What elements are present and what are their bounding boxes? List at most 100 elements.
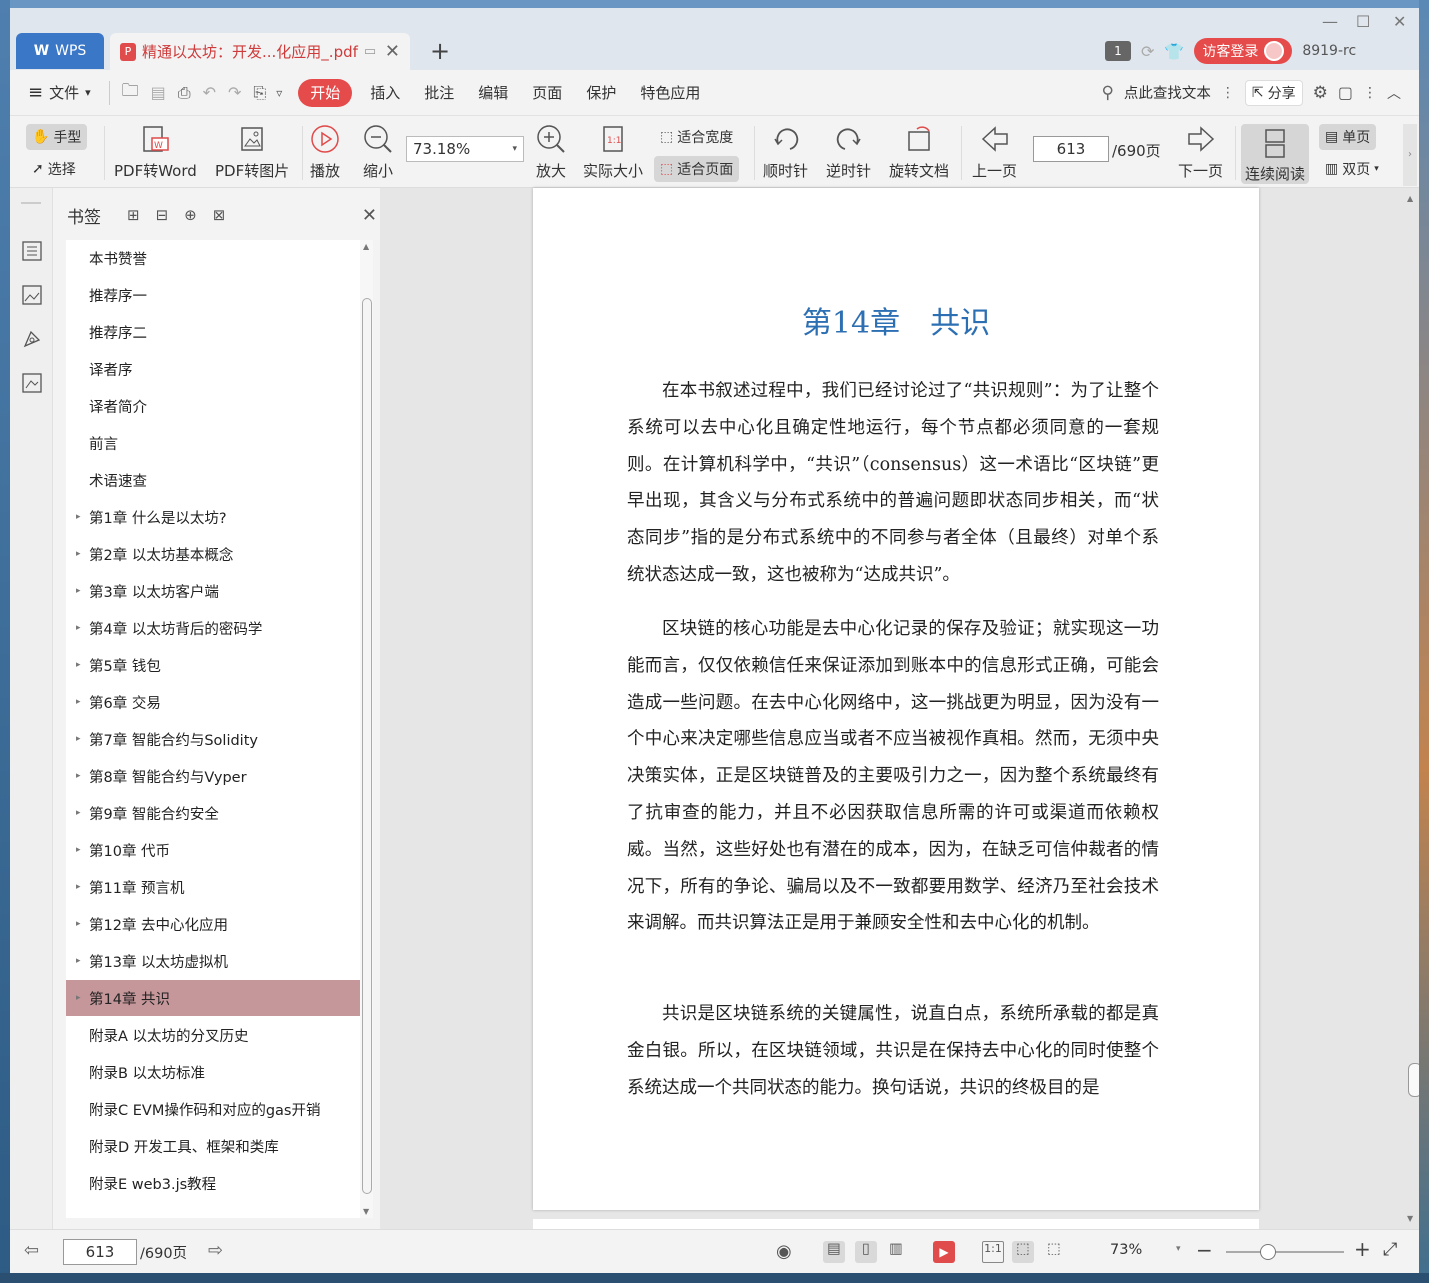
tab-annotate[interactable]: 批注 [412, 79, 466, 107]
tab-wps-home[interactable]: W WPS [16, 33, 104, 69]
guest-login-button[interactable]: 访客登录 [1194, 38, 1293, 64]
bookmark-item[interactable]: 附录C EVM操作码和对应的gas开销 [66, 1091, 360, 1127]
annotation-panel-icon[interactable] [21, 328, 43, 350]
sidebar-scrollbar[interactable]: ▲ ▼ [360, 240, 373, 1218]
fullscreen-icon[interactable]: ⤢ [1383, 1239, 1397, 1260]
rotate-counterclockwise-button[interactable]: 逆时针 [826, 122, 871, 181]
bookmark-item[interactable]: 附录E web3.js教程 [66, 1165, 360, 1201]
more-options-icon[interactable]: ⋮ [1363, 85, 1377, 101]
delete-bookmark-icon[interactable]: ⊠ [213, 206, 226, 224]
scroll-down-icon[interactable]: ▼ [363, 1207, 369, 1216]
zoom-in-button[interactable]: 放大 [535, 122, 567, 181]
fit-page-button[interactable]: ⬚ 适合页面 [654, 156, 740, 182]
bookmark-item[interactable]: ▸ 第8章 智能合约与Vyper [66, 758, 360, 794]
share-button[interactable]: ⇱ 分享 [1244, 79, 1303, 106]
bookmark-item[interactable]: ▸ 第1章 什么是以太坊? [66, 499, 360, 535]
continuous-mode-icon[interactable]: ▤ [823, 1241, 845, 1263]
expand-arrow-icon[interactable]: ▸ [76, 512, 81, 522]
expand-arrow-icon[interactable]: ▸ [76, 919, 81, 929]
thumbnail-panel-icon[interactable] [21, 284, 43, 306]
select-tool-button[interactable]: ➚ 选择 [26, 156, 82, 182]
expand-arrow-icon[interactable]: ▸ [76, 697, 81, 707]
search-text-input[interactable]: 点此查找文本 [1124, 82, 1211, 103]
bookmark-item[interactable]: ▸ 第2章 以太坊基本概念 [66, 536, 360, 572]
bookmark-item[interactable]: 术语速查 [66, 462, 360, 498]
tab-special[interactable]: 特色应用 [628, 79, 712, 107]
sidebar-scroll-thumb[interactable] [362, 298, 372, 1194]
tab-edit[interactable]: 编辑 [466, 79, 520, 107]
redo-icon[interactable]: ↷ [228, 83, 241, 102]
new-tab-button[interactable]: + [430, 37, 450, 65]
expand-arrow-icon[interactable]: ▸ [76, 771, 81, 781]
single-mode-icon[interactable]: ▯ [855, 1241, 877, 1263]
continuous-read-button[interactable]: 连续阅读 [1241, 124, 1309, 184]
bookmark-item[interactable]: 附录B 以太坊标准 [66, 1054, 360, 1090]
tab-insert[interactable]: 插入 [358, 79, 412, 107]
zoom-slider-handle[interactable] [1260, 1244, 1276, 1260]
bookmark-item[interactable]: 推荐序一 [66, 277, 360, 313]
bookmark-item[interactable]: 附录A 以太坊的分叉历史 [66, 1017, 360, 1053]
bookmark-item[interactable]: 前言 [66, 425, 360, 461]
tab-document[interactable]: P 精通以太坊：开发...化应用_.pdf ▭ ✕ [110, 33, 410, 70]
scroll-down-icon[interactable]: ▼ [1407, 1214, 1413, 1223]
expand-arrow-icon[interactable]: ▸ [76, 549, 81, 559]
close-window-button[interactable]: ✕ [1393, 12, 1406, 31]
slideshow-play-icon[interactable]: ▶ [933, 1241, 955, 1263]
single-page-button[interactable]: ▤ 单页 [1319, 124, 1377, 150]
more-dropdown-icon[interactable]: ▿ [276, 86, 282, 100]
add-bookmark-icon[interactable]: ⊕ [184, 206, 197, 224]
comment-icon[interactable]: ▢ [1338, 83, 1353, 102]
zoom-out-button[interactable]: 缩小 [362, 122, 394, 181]
skin-icon[interactable]: 👕 [1164, 42, 1184, 61]
page-number-input[interactable]: 613 [1033, 136, 1109, 162]
minimize-button[interactable]: — [1322, 12, 1338, 31]
expand-all-icon[interactable]: ⊞ [127, 206, 140, 224]
next-page-button[interactable]: 下一页 [1178, 122, 1223, 181]
bookmark-item[interactable]: ▸ 第9章 智能合约安全 [66, 795, 360, 831]
expand-arrow-icon[interactable]: ▸ [76, 623, 81, 633]
scroll-up-icon[interactable]: ▲ [363, 242, 369, 251]
bookmark-item[interactable]: ▸ 第6章 交易 [66, 684, 360, 720]
expand-arrow-icon[interactable]: ▸ [76, 845, 81, 855]
bookmark-item[interactable]: ▸ 第4章 以太坊背后的密码学 [66, 610, 360, 646]
chevron-down-icon[interactable]: ▾ [1176, 1244, 1181, 1254]
bookmark-item[interactable]: 附录D 开发工具、框架和类库 [66, 1128, 360, 1164]
bookmark-item[interactable]: 本书赞誉 [66, 240, 360, 276]
scroll-up-icon[interactable]: ▲ [1407, 194, 1413, 203]
actual-size-button[interactable]: 1:1 实际大小 [583, 122, 643, 181]
close-sidebar-icon[interactable]: ✕ [362, 205, 377, 226]
bookmark-item[interactable]: ▸ 第10章 代币 [66, 832, 360, 868]
expand-arrow-icon[interactable]: ▸ [76, 586, 81, 596]
bookmark-item[interactable]: 推荐序二 [66, 314, 360, 350]
bookmark-item[interactable]: 译者序 [66, 351, 360, 387]
pdf-to-image-button[interactable]: PDF转图片 [215, 122, 289, 181]
more-vertical-icon[interactable]: ⋮ [1221, 85, 1235, 101]
rotate-clockwise-button[interactable]: 顺时针 [763, 122, 808, 181]
close-tab-icon[interactable]: ✕ [385, 41, 400, 62]
bookmark-item[interactable]: 译者简介 [66, 388, 360, 424]
tab-protect[interactable]: 保护 [574, 79, 628, 107]
document-view[interactable]: 第14章 共识 在本书叙述过程中，我们已经讨论过了“共识规则”：为了让整个系统可… [380, 188, 1419, 1239]
hand-tool-button[interactable]: ✋ 手型 [26, 124, 88, 150]
tab-start[interactable]: 开始 [298, 78, 353, 107]
double-page-button[interactable]: ▥ 双页 ▾ [1319, 156, 1385, 182]
zoom-out-minus-icon[interactable]: − [1196, 1238, 1213, 1262]
rotate-document-button[interactable]: 旋转文档 [889, 122, 949, 181]
export-icon[interactable]: ⎘ [253, 83, 266, 103]
print-icon[interactable]: ⎙ [178, 83, 191, 103]
maximize-button[interactable]: ☐ [1356, 12, 1370, 31]
ribbon-scroll-right[interactable]: › [1403, 124, 1417, 186]
undo-icon[interactable]: ↶ [203, 83, 216, 102]
collapse-all-icon[interactable]: ⊟ [156, 206, 169, 224]
expand-arrow-icon[interactable]: ▸ [76, 882, 81, 892]
expand-arrow-icon[interactable]: ▸ [76, 734, 81, 744]
next-page-small-icon[interactable]: ⇨ [208, 1240, 223, 1261]
zoom-in-plus-icon[interactable]: + [1354, 1237, 1371, 1261]
bookmark-item[interactable]: ▸ 第5章 钱包 [66, 647, 360, 683]
play-button[interactable]: 播放 [309, 122, 341, 181]
expand-arrow-icon[interactable]: ▸ [76, 808, 81, 818]
expand-arrow-icon[interactable]: ▸ [76, 660, 81, 670]
document-scrollbar[interactable]: ▲ ▼ [1405, 188, 1419, 1229]
document-scroll-thumb[interactable] [1408, 1063, 1419, 1097]
collapse-ribbon-icon[interactable]: ︿ [1387, 83, 1401, 103]
